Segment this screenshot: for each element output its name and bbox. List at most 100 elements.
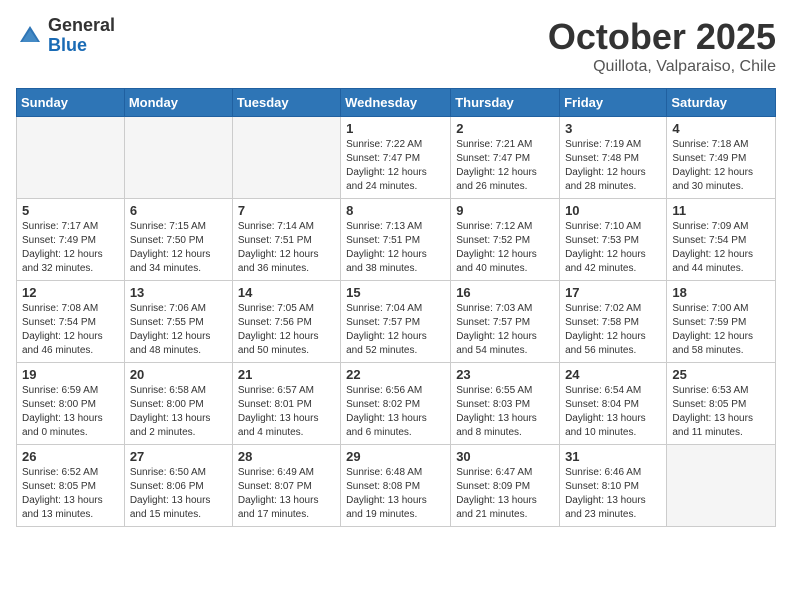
day-number: 22 xyxy=(346,367,445,382)
calendar-cell: 28 Sunrise: 6:49 AM Sunset: 8:07 PM Dayli… xyxy=(232,445,340,527)
weekday-header-saturday: Saturday xyxy=(667,89,776,117)
day-number: 18 xyxy=(672,285,770,300)
calendar-cell: 16 Sunrise: 7:03 AM Sunset: 7:57 PM Dayli… xyxy=(451,281,560,363)
day-number: 10 xyxy=(565,203,661,218)
calendar-cell: 13 Sunrise: 7:06 AM Sunset: 7:55 PM Dayli… xyxy=(124,281,232,363)
day-number: 2 xyxy=(456,121,554,136)
calendar-cell: 21 Sunrise: 6:57 AM Sunset: 8:01 PM Dayli… xyxy=(232,363,340,445)
calendar-week-row: 5 Sunrise: 7:17 AM Sunset: 7:49 PM Daylig… xyxy=(17,199,776,281)
day-info: Sunrise: 7:03 AM Sunset: 7:57 PM Dayligh… xyxy=(456,302,554,358)
calendar-cell: 30 Sunrise: 6:47 AM Sunset: 8:09 PM Dayli… xyxy=(451,445,560,527)
day-info: Sunrise: 6:55 AM Sunset: 8:03 PM Dayligh… xyxy=(456,384,554,440)
day-number: 13 xyxy=(130,285,227,300)
day-number: 9 xyxy=(456,203,554,218)
day-number: 17 xyxy=(565,285,661,300)
calendar-cell xyxy=(124,117,232,199)
day-info: Sunrise: 7:21 AM Sunset: 7:47 PM Dayligh… xyxy=(456,138,554,194)
calendar-week-row: 26 Sunrise: 6:52 AM Sunset: 8:05 PM Dayli… xyxy=(17,445,776,527)
calendar-cell xyxy=(232,117,340,199)
calendar-cell: 7 Sunrise: 7:14 AM Sunset: 7:51 PM Daylig… xyxy=(232,199,340,281)
day-info: Sunrise: 6:49 AM Sunset: 8:07 PM Dayligh… xyxy=(238,466,335,522)
day-info: Sunrise: 6:48 AM Sunset: 8:08 PM Dayligh… xyxy=(346,466,445,522)
day-info: Sunrise: 6:52 AM Sunset: 8:05 PM Dayligh… xyxy=(22,466,119,522)
day-info: Sunrise: 6:47 AM Sunset: 8:09 PM Dayligh… xyxy=(456,466,554,522)
weekday-header-wednesday: Wednesday xyxy=(341,89,451,117)
day-info: Sunrise: 6:50 AM Sunset: 8:06 PM Dayligh… xyxy=(130,466,227,522)
calendar-cell: 1Sunrise: 7:22 AM Sunset: 7:47 PM Daylig… xyxy=(341,117,451,199)
day-number: 27 xyxy=(130,449,227,464)
day-number: 16 xyxy=(456,285,554,300)
day-number: 30 xyxy=(456,449,554,464)
day-info: Sunrise: 7:09 AM Sunset: 7:54 PM Dayligh… xyxy=(672,220,770,276)
calendar-cell: 12 Sunrise: 7:08 AM Sunset: 7:54 PM Dayli… xyxy=(17,281,125,363)
day-number: 8 xyxy=(346,203,445,218)
day-info: Sunrise: 7:06 AM Sunset: 7:55 PM Dayligh… xyxy=(130,302,227,358)
day-info: Sunrise: 7:12 AM Sunset: 7:52 PM Dayligh… xyxy=(456,220,554,276)
day-info: Sunrise: 7:04 AM Sunset: 7:57 PM Dayligh… xyxy=(346,302,445,358)
calendar-cell: 14 Sunrise: 7:05 AM Sunset: 7:56 PM Dayli… xyxy=(232,281,340,363)
day-number: 31 xyxy=(565,449,661,464)
calendar-cell xyxy=(667,445,776,527)
day-number: 6 xyxy=(130,203,227,218)
calendar-cell: 27 Sunrise: 6:50 AM Sunset: 8:06 PM Dayli… xyxy=(124,445,232,527)
calendar-cell: 8Sunrise: 7:13 AM Sunset: 7:51 PM Daylig… xyxy=(341,199,451,281)
day-info: Sunrise: 7:15 AM Sunset: 7:50 PM Dayligh… xyxy=(130,220,227,276)
logo-icon xyxy=(16,22,44,50)
day-info: Sunrise: 7:18 AM Sunset: 7:49 PM Dayligh… xyxy=(672,138,770,194)
weekday-header-sunday: Sunday xyxy=(17,89,125,117)
day-info: Sunrise: 7:17 AM Sunset: 7:49 PM Dayligh… xyxy=(22,220,119,276)
day-info: Sunrise: 7:08 AM Sunset: 7:54 PM Dayligh… xyxy=(22,302,119,358)
calendar-cell: 19 Sunrise: 6:59 AM Sunset: 8:00 PM Dayli… xyxy=(17,363,125,445)
weekday-header-thursday: Thursday xyxy=(451,89,560,117)
day-number: 25 xyxy=(672,367,770,382)
day-number: 12 xyxy=(22,285,119,300)
logo-blue-label: Blue xyxy=(48,36,115,56)
weekday-header-tuesday: Tuesday xyxy=(232,89,340,117)
calendar-week-row: 12 Sunrise: 7:08 AM Sunset: 7:54 PM Dayli… xyxy=(17,281,776,363)
day-number: 7 xyxy=(238,203,335,218)
day-info: Sunrise: 7:02 AM Sunset: 7:58 PM Dayligh… xyxy=(565,302,661,358)
calendar-cell: 22 Sunrise: 6:56 AM Sunset: 8:02 PM Dayli… xyxy=(341,363,451,445)
calendar-cell: 3Sunrise: 7:19 AM Sunset: 7:48 PM Daylig… xyxy=(560,117,667,199)
weekday-header-row: SundayMondayTuesdayWednesdayThursdayFrid… xyxy=(17,89,776,117)
day-info: Sunrise: 6:57 AM Sunset: 8:01 PM Dayligh… xyxy=(238,384,335,440)
calendar-cell xyxy=(17,117,125,199)
calendar-cell: 31 Sunrise: 6:46 AM Sunset: 8:10 PM Dayli… xyxy=(560,445,667,527)
logo: General Blue xyxy=(16,16,115,56)
day-info: Sunrise: 7:00 AM Sunset: 7:59 PM Dayligh… xyxy=(672,302,770,358)
day-info: Sunrise: 6:59 AM Sunset: 8:00 PM Dayligh… xyxy=(22,384,119,440)
day-info: Sunrise: 6:46 AM Sunset: 8:10 PM Dayligh… xyxy=(565,466,661,522)
day-info: Sunrise: 7:10 AM Sunset: 7:53 PM Dayligh… xyxy=(565,220,661,276)
day-info: Sunrise: 7:05 AM Sunset: 7:56 PM Dayligh… xyxy=(238,302,335,358)
day-info: Sunrise: 6:58 AM Sunset: 8:00 PM Dayligh… xyxy=(130,384,227,440)
calendar-cell: 10 Sunrise: 7:10 AM Sunset: 7:53 PM Dayli… xyxy=(560,199,667,281)
day-number: 4 xyxy=(672,121,770,136)
day-number: 28 xyxy=(238,449,335,464)
weekday-header-monday: Monday xyxy=(124,89,232,117)
day-info: Sunrise: 7:22 AM Sunset: 7:47 PM Dayligh… xyxy=(346,138,445,194)
calendar-cell: 5 Sunrise: 7:17 AM Sunset: 7:49 PM Daylig… xyxy=(17,199,125,281)
day-info: Sunrise: 6:53 AM Sunset: 8:05 PM Dayligh… xyxy=(672,384,770,440)
title-block: October 2025 Quillota, Valparaiso, Chile xyxy=(548,16,776,76)
day-number: 26 xyxy=(22,449,119,464)
month-title: October 2025 xyxy=(548,16,776,58)
page-header: General Blue October 2025 Quillota, Valp… xyxy=(16,16,776,76)
weekday-header-friday: Friday xyxy=(560,89,667,117)
logo-text: General Blue xyxy=(48,16,115,56)
day-number: 19 xyxy=(22,367,119,382)
day-info: Sunrise: 6:56 AM Sunset: 8:02 PM Dayligh… xyxy=(346,384,445,440)
day-info: Sunrise: 7:14 AM Sunset: 7:51 PM Dayligh… xyxy=(238,220,335,276)
calendar-cell: 24Sunrise: 6:54 AM Sunset: 8:04 PM Dayli… xyxy=(560,363,667,445)
location-label: Quillota, Valparaiso, Chile xyxy=(548,58,776,76)
day-number: 15 xyxy=(346,285,445,300)
day-number: 14 xyxy=(238,285,335,300)
day-number: 5 xyxy=(22,203,119,218)
calendar-cell: 15 Sunrise: 7:04 AM Sunset: 7:57 PM Dayli… xyxy=(341,281,451,363)
day-info: Sunrise: 6:54 AM Sunset: 8:04 PM Dayligh… xyxy=(565,384,661,440)
day-number: 21 xyxy=(238,367,335,382)
calendar-cell: 29 Sunrise: 6:48 AM Sunset: 8:08 PM Dayli… xyxy=(341,445,451,527)
calendar-cell: 20Sunrise: 6:58 AM Sunset: 8:00 PM Dayli… xyxy=(124,363,232,445)
calendar-cell: 18 Sunrise: 7:00 AM Sunset: 7:59 PM Dayli… xyxy=(667,281,776,363)
day-number: 29 xyxy=(346,449,445,464)
calendar-cell: 2 Sunrise: 7:21 AM Sunset: 7:47 PM Daylig… xyxy=(451,117,560,199)
